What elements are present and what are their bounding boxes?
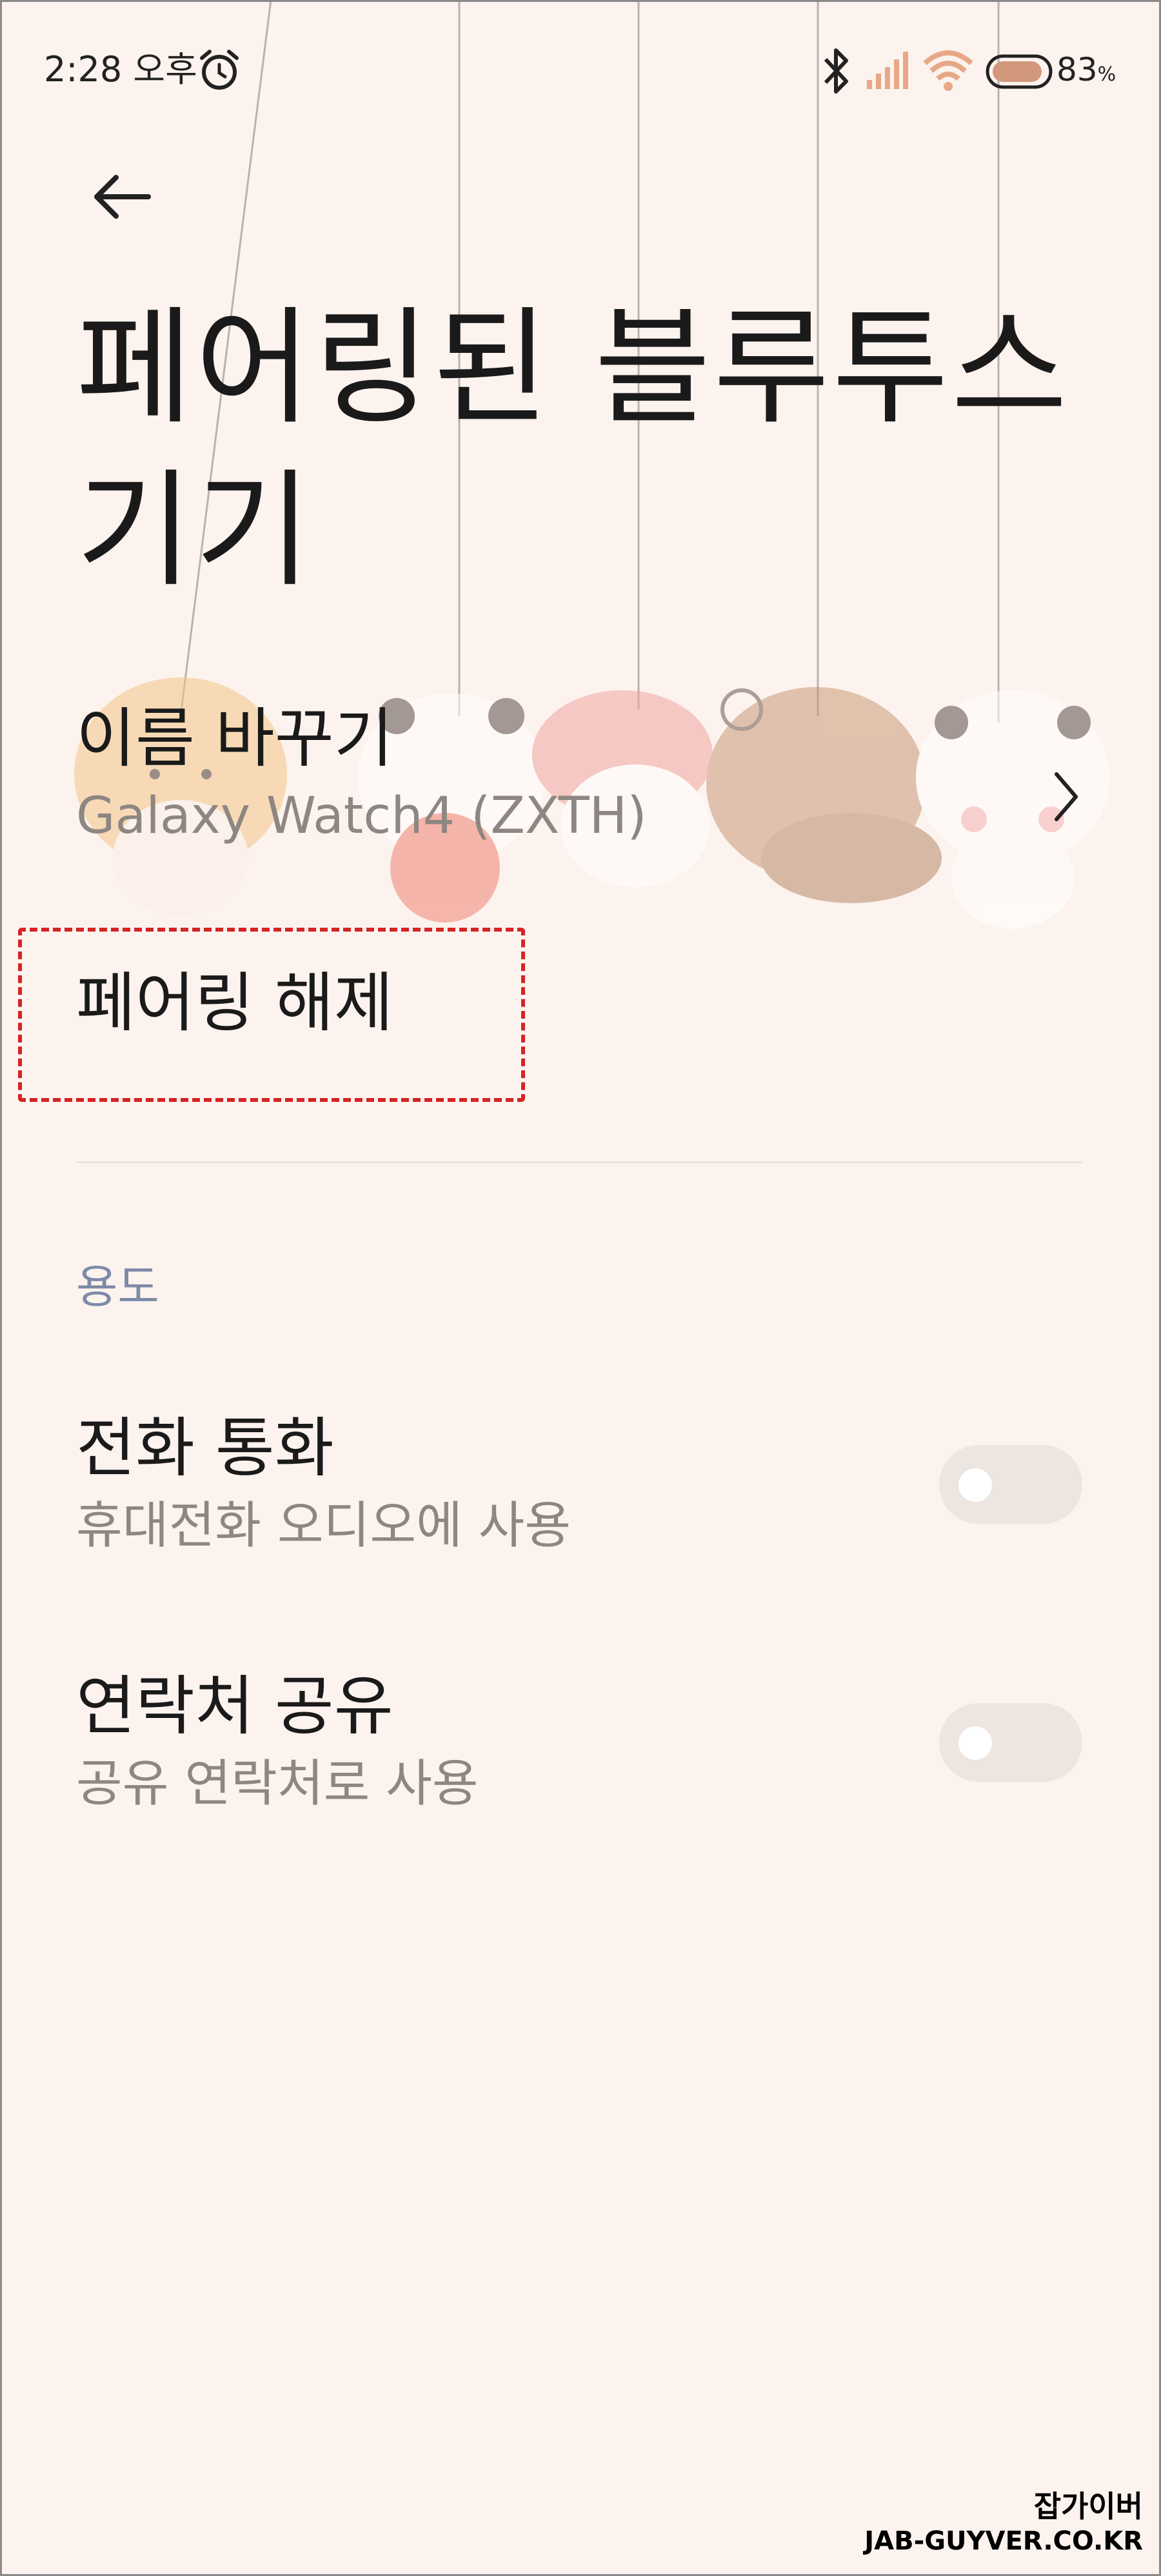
back-button[interactable]: [76, 155, 166, 239]
back-arrow-icon: [94, 175, 151, 219]
cellular-signal-icon: [867, 52, 908, 89]
status-bar: 2:28 오후 83%: [0, 39, 1161, 103]
contact-sharing-description: 공유 연락처로 사용: [76, 1755, 479, 1813]
rename-device-row[interactable]: 이름 바꾸기 Galaxy Watch4 (ZXTH): [76, 697, 1082, 864]
toggle-knob: [958, 1726, 992, 1760]
battery-percentage: 83%: [1057, 51, 1116, 88]
usage-section-header: 용도: [76, 1261, 159, 1313]
phone-calls-title: 전화 통화: [76, 1410, 334, 1486]
phone-calls-description: 휴대전화 오디오에 사용: [76, 1497, 571, 1555]
contact-sharing-title: 연락처 공유: [76, 1668, 393, 1744]
wifi-icon: [923, 50, 973, 91]
unpair-button[interactable]: 페어링 해제: [76, 961, 393, 1052]
alarm-clock-icon: [200, 50, 239, 90]
rename-label: 이름 바꾸기: [76, 701, 393, 776]
contact-sharing-row[interactable]: 연락처 공유 공유 연락처로 사용: [76, 1664, 1082, 1819]
watermark-korean: 잡가이버: [1033, 2489, 1143, 2524]
status-time: 2:28 오후: [44, 49, 197, 90]
watermark: 잡가이버 JAB-GUYVER.CO.KR: [864, 2488, 1143, 2558]
contact-sharing-toggle[interactable]: [939, 1703, 1082, 1782]
toggle-knob: [958, 1468, 992, 1502]
chevron-right-icon: [1055, 772, 1078, 821]
phone-calls-toggle[interactable]: [939, 1445, 1082, 1524]
phone-calls-row[interactable]: 전화 통화 휴대전화 오디오에 사용: [76, 1406, 1082, 1561]
divider: [76, 1161, 1082, 1163]
page-title: 페어링된 블루투스 기기: [76, 295, 1070, 604]
battery-icon: [986, 54, 1053, 89]
device-name: Galaxy Watch4 (ZXTH): [76, 787, 647, 845]
bluetooth-icon: [824, 48, 848, 94]
unpair-label: 페어링 해제: [76, 965, 393, 1041]
watermark-domain: JAB-GUYVER.CO.KR: [864, 2526, 1143, 2556]
